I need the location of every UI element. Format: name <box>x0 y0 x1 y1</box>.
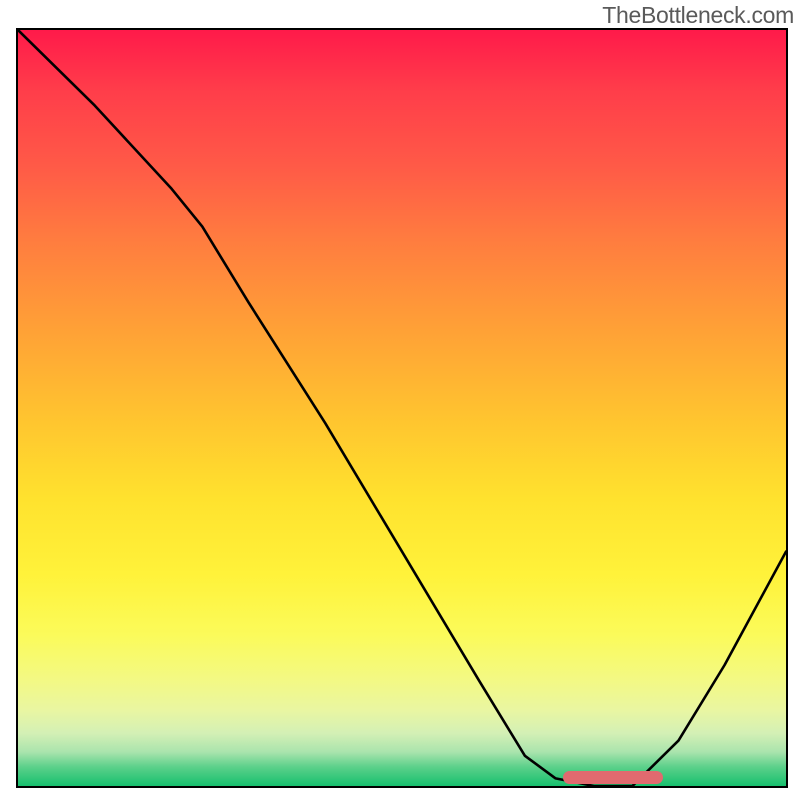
curve-layer <box>18 30 786 786</box>
optimum-marker <box>563 771 663 784</box>
bottleneck-curve-line <box>18 30 786 786</box>
plot-area <box>16 28 788 788</box>
watermark-text: TheBottleneck.com <box>602 2 794 29</box>
bottleneck-chart: TheBottleneck.com <box>0 0 800 800</box>
